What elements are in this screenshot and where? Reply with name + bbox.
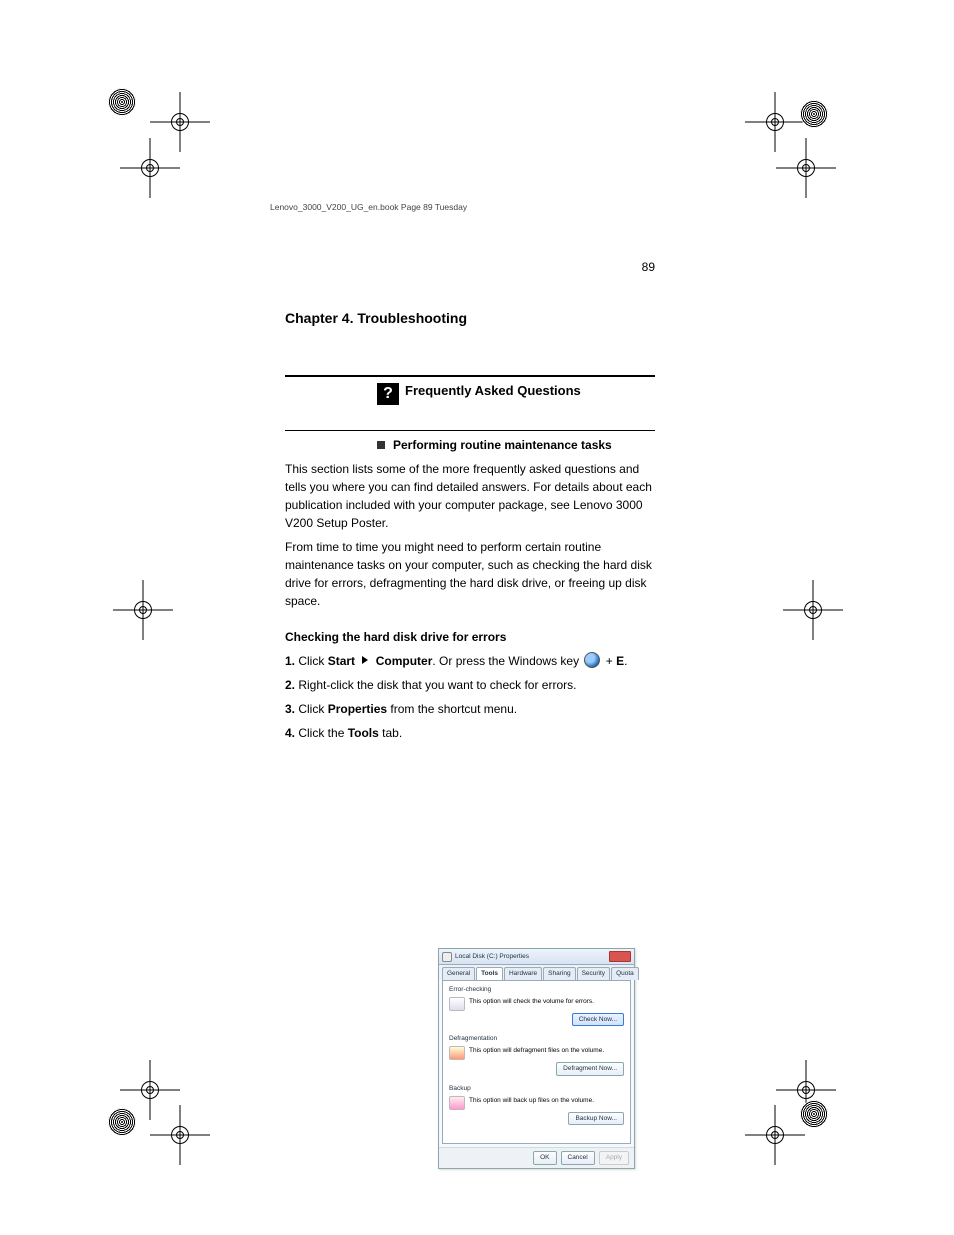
group-text: This option will defragment files on the… <box>469 1046 624 1056</box>
step: 2. Right-click the disk that you want to… <box>285 676 655 694</box>
body-text: This section lists some of the more freq… <box>285 460 655 748</box>
apply-button[interactable]: Apply <box>599 1151 629 1165</box>
group-header: Backup <box>449 1084 624 1094</box>
step: 3. Click Properties from the shortcut me… <box>285 700 655 718</box>
faq-item-title: Performing routine maintenance tasks <box>393 438 612 452</box>
bullet-icon <box>377 441 385 449</box>
divider-thick <box>285 375 655 377</box>
close-icon[interactable] <box>609 951 631 962</box>
tab-tools[interactable]: Tools <box>476 967 503 980</box>
tab-sharing[interactable]: Sharing <box>543 967 575 980</box>
cancel-button[interactable]: Cancel <box>561 1151 595 1165</box>
ok-button[interactable]: OK <box>533 1151 556 1165</box>
disk-icon <box>449 997 465 1011</box>
tab-general[interactable]: General <box>442 967 475 980</box>
defrag-icon <box>449 1046 465 1060</box>
question-icon: ? <box>377 383 399 405</box>
page-number: 89 <box>642 260 655 274</box>
chapter-title: Chapter 4. Troubleshooting <box>285 310 467 326</box>
faq-paragraph: From time to time you might need to perf… <box>285 538 655 610</box>
step: 4. Click the Tools tab. <box>285 724 655 742</box>
group-text: This option will back up files on the vo… <box>469 1096 624 1106</box>
drive-icon <box>442 952 452 962</box>
divider-thin <box>285 430 655 431</box>
backup-icon <box>449 1096 465 1110</box>
tab-quota[interactable]: Quota <box>611 967 639 980</box>
backup-now-button[interactable]: Backup Now... <box>568 1112 624 1126</box>
book-spine-text: Lenovo_3000_V200_UG_en.book Page 89 Tues… <box>270 202 467 212</box>
properties-dialog: Local Disk (C:) Properties GeneralToolsH… <box>438 948 635 1169</box>
group-text: This option will check the volume for er… <box>469 997 624 1007</box>
check-now-button[interactable]: Check Now... <box>572 1013 624 1027</box>
tab-security[interactable]: Security <box>577 967 610 980</box>
dialog-title: Local Disk (C:) Properties <box>455 952 606 962</box>
tab-hardware[interactable]: Hardware <box>504 967 542 980</box>
subsection-title: Checking the hard disk drive for errors <box>285 628 655 646</box>
faq-heading: Frequently Asked Questions <box>405 383 581 398</box>
group-header: Defragmentation <box>449 1034 624 1044</box>
windows-key-icon <box>584 652 600 668</box>
step: 1. Click Start Computer. Or press the Wi… <box>285 652 655 670</box>
arrow-right-icon <box>362 656 368 664</box>
group-header: Error-checking <box>449 985 624 995</box>
defragment-now-button[interactable]: Defragment Now... <box>556 1062 624 1076</box>
faq-paragraph: This section lists some of the more freq… <box>285 460 655 532</box>
